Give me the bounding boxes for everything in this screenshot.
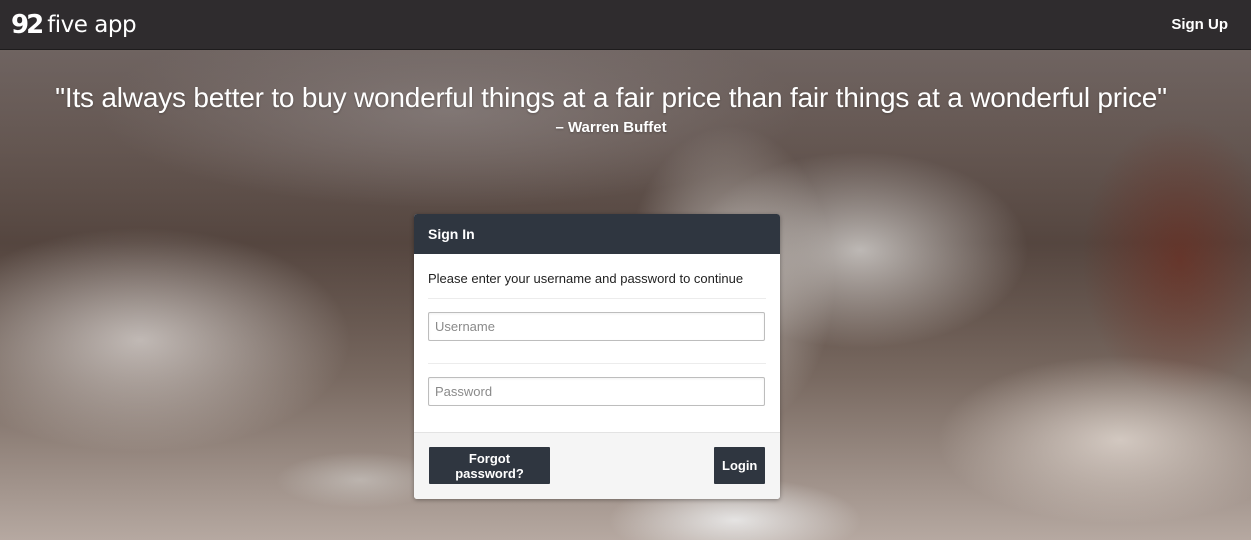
sign-in-instructions: Please enter your username and password …	[428, 254, 766, 299]
username-row	[428, 299, 766, 364]
username-input[interactable]	[428, 312, 765, 341]
brand-mark: 92	[11, 10, 44, 40]
panel-footer: Forgot password? Login	[414, 432, 780, 499]
brand-name: five app	[47, 12, 137, 38]
login-button[interactable]: Login	[714, 447, 765, 484]
password-input[interactable]	[428, 377, 765, 406]
hero-quote: "Its always better to buy wonderful thin…	[55, 82, 1167, 113]
sign-up-link[interactable]: Sign Up	[1171, 16, 1228, 33]
password-row	[428, 364, 766, 406]
brand-logo[interactable]: 92 five app	[11, 8, 137, 42]
sign-in-panel: Sign In Please enter your username and p…	[414, 214, 780, 499]
forgot-password-button[interactable]: Forgot password?	[429, 447, 550, 484]
panel-body: Please enter your username and password …	[414, 254, 780, 406]
top-navbar: 92 five app Sign Up	[0, 0, 1251, 50]
hero-quote-author: – Warren Buffet	[555, 119, 667, 136]
panel-title: Sign In	[414, 214, 780, 254]
